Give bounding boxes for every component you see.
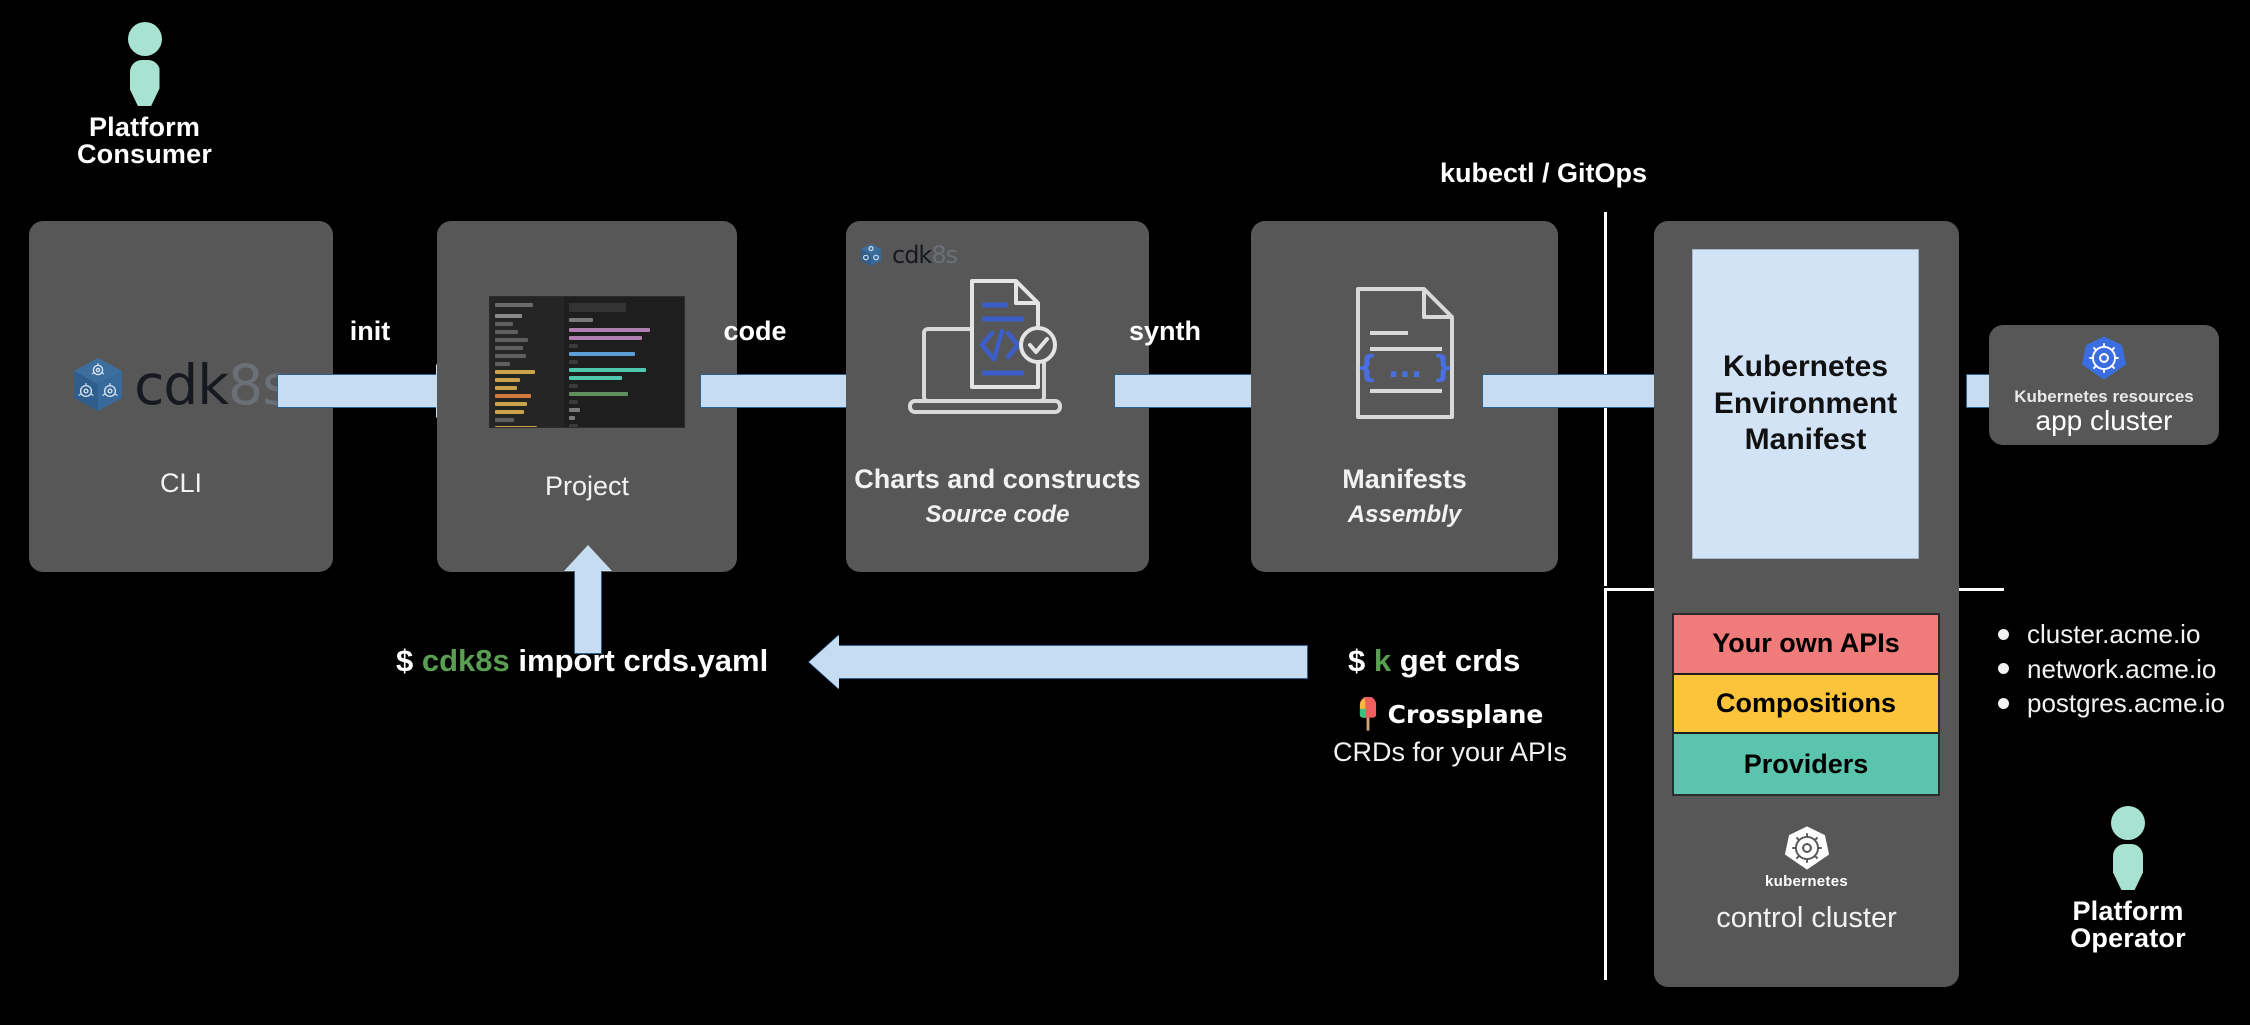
kem-line-2: Environment <box>1713 386 1898 420</box>
command-rest: get crds <box>1399 643 1521 678</box>
crd-list: cluster.acme.io network.acme.io postgres… <box>1998 617 2225 721</box>
api-row-label: Providers <box>1743 748 1869 779</box>
cdk8s-wordmark-light: 8s <box>931 241 958 269</box>
crd-name: postgres.acme.io <box>2027 688 2225 719</box>
arrow-label-code: code <box>723 316 787 346</box>
code-arrow <box>700 374 855 408</box>
kubernetes-logo-blue <box>1989 335 2219 381</box>
crd-name: cluster.acme.io <box>2027 619 2201 649</box>
platform-consumer-persona: Platform Consumer <box>62 22 227 168</box>
code-editor-screenshot <box>489 296 685 428</box>
command-prompt: $ <box>1348 643 1366 678</box>
person-icon <box>121 22 169 106</box>
stage-caption-charts: Charts and constructs <box>854 464 1141 494</box>
api-row-label: Compositions <box>1716 687 1896 718</box>
api-row-providers[interactable]: Providers <box>1674 734 1938 794</box>
platform-operator-persona: Platform Operator <box>2028 806 2228 952</box>
cdk8s-wordmark-dark: cdk <box>134 353 229 417</box>
kubectl-gitops-label: kubectl / GitOps <box>1440 158 1648 188</box>
manifest-document-icon: { ... } <box>1350 283 1460 428</box>
stage-subcaption-manifests: Assembly <box>1347 501 1462 528</box>
stage-caption-cli: CLI <box>159 468 203 498</box>
command-prompt: $ <box>396 643 414 678</box>
stage-box-app-cluster[interactable]: Kubernetes resources app cluster <box>1989 325 2219 445</box>
cdk8s-cube-icon <box>74 358 123 411</box>
bullet-dot <box>1998 697 2009 709</box>
crossplane-popsicle-icon <box>1359 697 1376 731</box>
crd-list-item: network.acme.io <box>1998 652 2225 687</box>
svg-text:{ ... }: { ... } <box>1356 350 1454 385</box>
crossplane-name: Crossplane <box>1387 699 1544 729</box>
kubernetes-wordmark-control: kubernetes <box>1764 873 1849 890</box>
app-cluster-label: app cluster <box>2035 405 2173 436</box>
crossplane-api-stack: Your own APIs Compositions Providers <box>1672 613 1940 796</box>
command-tool: cdk8s <box>421 643 510 678</box>
api-row-label: Your own APIs <box>1712 628 1900 659</box>
feedback-arrow <box>838 645 1308 679</box>
bullet-dot <box>1998 663 2009 675</box>
command-import: $ cdk8s import crds.yaml <box>396 643 768 679</box>
kubernetes-logo-white <box>1654 825 1959 871</box>
command-get-crds: $ k get crds <box>1348 643 1520 679</box>
init-arrow <box>277 374 437 408</box>
cdk8s-cube-icon <box>860 243 882 266</box>
import-up-arrow <box>574 570 602 654</box>
app-cluster-resources-label: Kubernetes resources <box>2014 387 2194 406</box>
synth-arrow <box>1114 374 1269 408</box>
platform-consumer-label: Platform Consumer <box>76 112 213 169</box>
command-tool: k <box>1373 643 1392 678</box>
control-cluster-label: control cluster <box>1716 902 1897 934</box>
source-code-icon <box>898 269 1098 434</box>
kem-line-1: Kubernetes <box>1722 350 1889 384</box>
arrow-label-init: init <box>349 316 391 346</box>
stage-caption-project: Project <box>544 471 630 501</box>
api-row-compositions[interactable]: Compositions <box>1674 674 1938 735</box>
diagram-canvas: Platform Consumer cdk8s CLI init Project… <box>0 0 2250 1025</box>
arrow-label-synth: synth <box>1128 316 1201 346</box>
crossplane-block: Crossplane CRDs for your APIs <box>1320 697 1580 768</box>
kubernetes-environment-manifest[interactable]: Kubernetes Environment Manifest <box>1692 249 1919 559</box>
kem-line-3: Manifest <box>1744 423 1867 457</box>
person-icon <box>2104 806 2152 890</box>
apply-arrow <box>1482 374 1657 408</box>
stage-subcaption-charts: Source code <box>925 501 1070 528</box>
crd-list-item: postgres.acme.io <box>1998 686 2225 721</box>
stage-box-project[interactable]: Project <box>437 221 737 572</box>
kubernetes-helm-icon <box>2081 336 2127 380</box>
kubernetes-helm-icon <box>1784 826 1829 870</box>
crd-name: network.acme.io <box>2027 653 2217 684</box>
stage-box-control-cluster[interactable]: Kubernetes Environment Manifest Your own… <box>1654 221 1959 987</box>
platform-operator-label: Platform Operator <box>2070 896 2186 953</box>
crd-list-item: cluster.acme.io <box>1998 617 2225 652</box>
api-row-your-own-apis[interactable]: Your own APIs <box>1674 615 1938 675</box>
command-rest: import crds.yaml <box>518 643 769 678</box>
vertical-divider-bottom <box>1604 590 1607 980</box>
stage-box-charts[interactable]: cdk8s Charts and constructs Source code <box>846 221 1149 572</box>
cdk8s-logo-charts: cdk8s <box>860 241 958 269</box>
bullet-dot <box>1998 628 2009 640</box>
cdk8s-wordmark-dark: cdk <box>892 241 932 269</box>
crossplane-subtitle: CRDs for your APIs <box>1332 737 1568 767</box>
stage-caption-manifests: Manifests <box>1342 464 1467 494</box>
